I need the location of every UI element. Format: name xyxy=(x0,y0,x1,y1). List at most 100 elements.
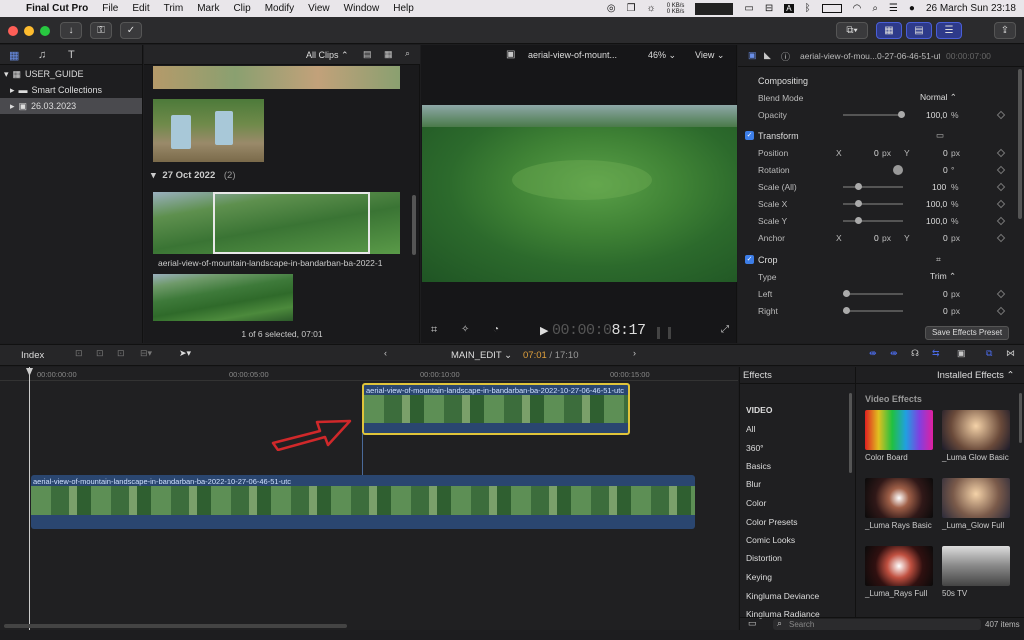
date-group-header[interactable]: ▾ 27 Oct 2022 (2) xyxy=(151,170,236,181)
menu-modify[interactable]: Modify xyxy=(265,3,294,14)
smart-collections-item[interactable]: ▸ ▬ Smart Collections xyxy=(0,82,142,98)
library-root[interactable]: ▾ ▦ USER_GUIDE xyxy=(0,66,142,82)
bluetooth-icon[interactable]: ᛒ xyxy=(805,3,811,14)
screens-icon[interactable]: ❐ xyxy=(627,3,636,14)
sidebar-toggle-icon[interactable]: ▭ xyxy=(748,618,757,629)
titles-generators-icon[interactable]: T xyxy=(68,49,75,61)
keyframe-icon[interactable] xyxy=(996,110,1006,119)
rotation-dial[interactable] xyxy=(893,164,903,175)
clip-appearance-icon[interactable]: ▣ xyxy=(957,348,966,359)
zoom-window-button[interactable] xyxy=(40,26,50,36)
transitions-browser-icon[interactable]: ⋈ xyxy=(1006,348,1015,359)
keyframe-icon[interactable] xyxy=(996,199,1006,208)
show-browser-button[interactable]: ▦ xyxy=(876,22,902,39)
show-inspector-button[interactable]: ☰ xyxy=(936,22,962,39)
save-effects-preset-button[interactable]: Save Effects Preset xyxy=(925,326,1009,340)
crop-overlay-icon[interactable]: ⌗ xyxy=(936,254,941,265)
skimming-icon[interactable]: ⇼ xyxy=(869,348,877,359)
overwrite-clip-icon[interactable]: ⊟▾ xyxy=(140,348,152,359)
menu-edit[interactable]: Edit xyxy=(132,3,149,14)
keyframe-icon[interactable] xyxy=(996,233,1006,242)
disclosure-open-icon[interactable]: ▾ xyxy=(4,69,9,80)
audio-skimming-icon[interactable]: ⇼ xyxy=(890,348,898,359)
close-window-button[interactable] xyxy=(8,26,18,36)
effects-category-all[interactable]: All xyxy=(746,424,755,434)
clock-text[interactable]: 26 March Sun 23:18 xyxy=(926,3,1016,14)
lock-icon[interactable]: ⊟ xyxy=(765,3,773,14)
view-dropdown[interactable]: View ⌄ xyxy=(695,50,724,61)
timeline-ruler[interactable]: 00:00:00:00 00:00:05:00 00:00:10:00 00:0… xyxy=(0,367,738,381)
color-inspector-icon[interactable]: ◣ xyxy=(764,50,771,61)
speed-icon[interactable]: ◔ xyxy=(493,324,499,335)
import-button[interactable]: ↓ xyxy=(60,22,82,39)
play-button[interactable]: ▶ xyxy=(540,324,548,337)
effect-tile-luma-glow-basic[interactable] xyxy=(942,410,1010,450)
video-inspector-icon[interactable]: ▣ xyxy=(748,50,757,61)
keyframe-icon[interactable] xyxy=(996,182,1006,191)
keyframe-icon[interactable] xyxy=(996,148,1006,157)
project-name-dropdown[interactable]: MAIN_EDIT ⌄ xyxy=(451,350,512,361)
keyframe-icon[interactable] xyxy=(996,216,1006,225)
background-tasks-button[interactable]: ✓ xyxy=(120,22,142,39)
battery-icon[interactable] xyxy=(821,4,842,13)
creative-cloud-icon[interactable]: ◎ xyxy=(607,3,616,14)
back-arrow-icon[interactable]: ‹ xyxy=(384,348,387,358)
categories-scrollbar[interactable] xyxy=(849,393,852,473)
connect-clip-icon[interactable]: ⊡ xyxy=(75,348,83,359)
select-tool-icon[interactable]: ➤▾ xyxy=(179,348,191,359)
scale-all-slider[interactable] xyxy=(843,183,903,190)
effect-tile-50s-tv[interactable] xyxy=(942,546,1010,586)
insert-clip-icon[interactable]: ⊡ xyxy=(96,348,104,359)
adobe-icon[interactable]: A xyxy=(784,4,794,13)
crop-type-dropdown[interactable]: Trim ⌃ xyxy=(930,271,956,282)
transform-section[interactable]: ✓ Transform ▭ xyxy=(738,127,1024,144)
menu-clip[interactable]: Clip xyxy=(233,3,250,14)
append-clip-icon[interactable]: ⊡ xyxy=(117,348,125,359)
clip-thumbnail-pillars[interactable] xyxy=(153,99,264,162)
zoom-dropdown[interactable]: 46% ⌄ xyxy=(648,50,676,61)
transform-checkbox[interactable]: ✓ xyxy=(745,131,754,140)
show-timeline-button[interactable]: ▤ xyxy=(906,22,932,39)
effect-tile-luma-rays-basic[interactable] xyxy=(865,478,933,518)
disclosure-closed-icon[interactable]: ▸ xyxy=(10,101,15,112)
forward-arrow-icon[interactable]: › xyxy=(633,348,636,358)
keywords-button[interactable]: ⚿ xyxy=(90,22,112,39)
activity-graph-icon[interactable] xyxy=(695,2,734,15)
effects-category-comic-looks[interactable]: Comic Looks xyxy=(746,535,795,545)
effects-category-color[interactable]: Color xyxy=(746,498,766,508)
opacity-slider[interactable] xyxy=(843,111,905,118)
effects-section-video[interactable]: VIDEO xyxy=(746,405,772,415)
connected-clip[interactable]: aerial-view-of-mountain-landscape-in-ban… xyxy=(362,383,630,435)
keyframe-icon[interactable] xyxy=(996,289,1006,298)
info-inspector-icon[interactable]: ⓘ xyxy=(781,50,790,63)
effects-search-field[interactable]: ⌕ Search xyxy=(773,618,981,630)
photos-audio-icon[interactable]: ♫ xyxy=(38,49,46,61)
filmstrip-icon[interactable]: ▦ xyxy=(384,49,393,60)
crop-right-slider[interactable] xyxy=(843,307,903,314)
effects-category-360[interactable]: 360° xyxy=(746,443,764,453)
keyframe-icon[interactable] xyxy=(996,306,1006,315)
menu-window[interactable]: Window xyxy=(344,3,380,14)
transform-tool-icon[interactable]: ⌗ xyxy=(431,324,437,337)
transform-overlay-icon[interactable]: ▭ xyxy=(936,130,944,141)
primary-storyline-clip[interactable]: aerial-view-of-mountain-landscape-in-ban… xyxy=(31,475,695,529)
disclosure-open-icon[interactable]: ▾ xyxy=(151,170,156,181)
menu-help[interactable]: Help xyxy=(393,3,414,14)
timeline-scrollbar[interactable] xyxy=(4,624,347,628)
effect-tile-color-board[interactable] xyxy=(865,410,933,450)
effect-tile-luma-glow-full[interactable] xyxy=(942,478,1010,518)
minimize-window-button[interactable] xyxy=(24,26,34,36)
workspace-button[interactable]: ⧉▾ xyxy=(836,22,868,39)
menu-file[interactable]: File xyxy=(102,3,118,14)
effects-category-blur[interactable]: Blur xyxy=(746,479,761,489)
display-icon[interactable]: ▭ xyxy=(744,3,753,14)
browser-search-icon[interactable]: ⌕ xyxy=(405,48,410,59)
control-center-icon[interactable]: ☰ xyxy=(889,3,898,14)
menu-mark[interactable]: Mark xyxy=(197,3,219,14)
crop-checkbox[interactable]: ✓ xyxy=(745,255,754,264)
viewer-image[interactable] xyxy=(422,105,737,282)
solo-icon[interactable]: ☊ xyxy=(911,348,919,359)
effects-category-keying[interactable]: Keying xyxy=(746,572,772,582)
selected-clip-filmstrip[interactable] xyxy=(153,192,400,254)
effect-tile-luma-rays-full[interactable] xyxy=(865,546,933,586)
